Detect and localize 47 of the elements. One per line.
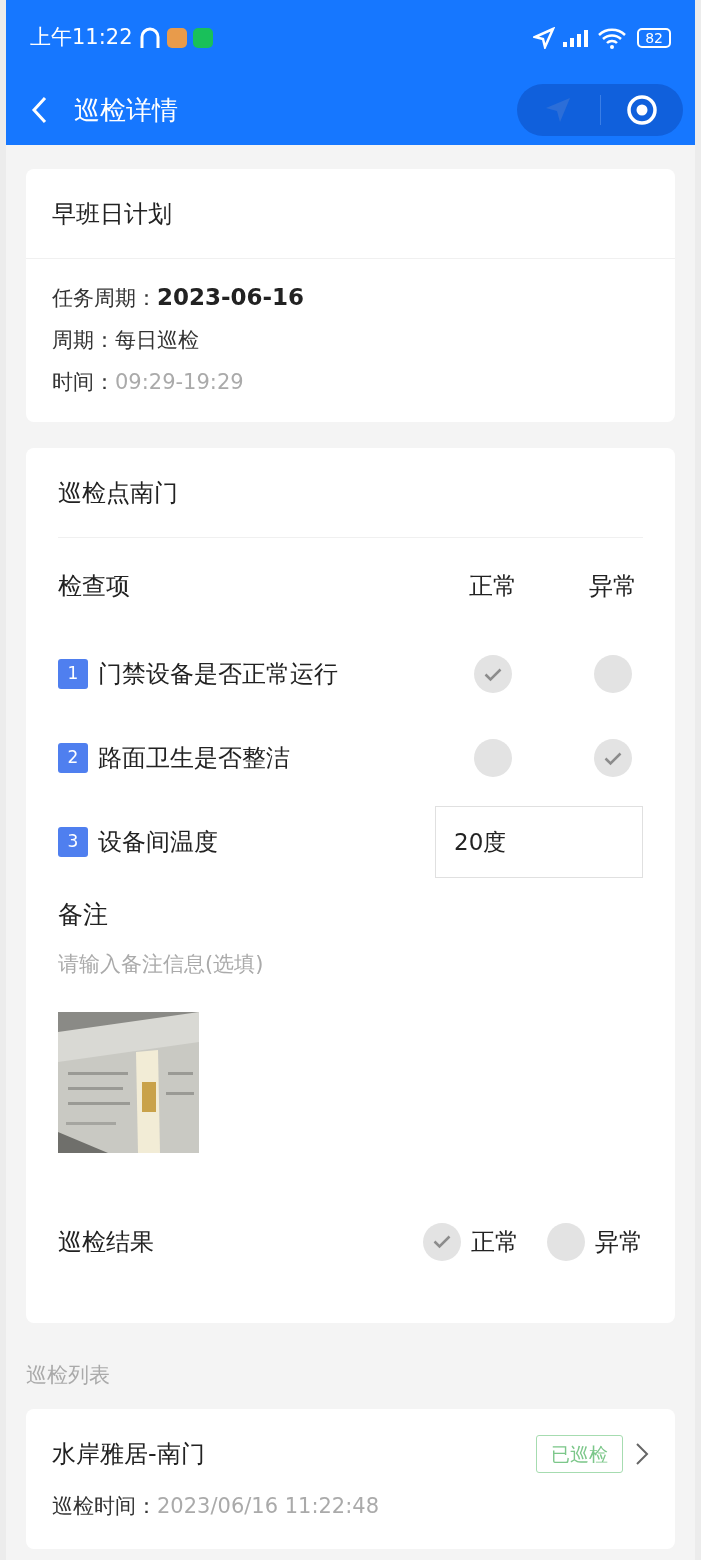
item-label: 门禁设备是否正常运行	[98, 659, 339, 690]
back-icon[interactable]	[30, 95, 48, 125]
wifi-icon	[597, 26, 628, 49]
status-tag: 已巡检	[536, 1434, 623, 1473]
section-title: 巡检列表	[26, 1361, 110, 1389]
item-number: 2	[58, 743, 88, 773]
page-title: 巡检详情	[74, 93, 178, 127]
column-header: 检查项	[58, 571, 131, 602]
headset-icon	[138, 25, 161, 50]
item-label: 路面卫生是否整洁	[98, 743, 291, 774]
result-label: 巡检结果	[58, 1226, 155, 1258]
normal-radio[interactable]	[474, 739, 512, 777]
field-label: 任务周期：	[52, 285, 157, 312]
inspection-card[interactable]: 水岸雅居-南门 已巡检 巡检时间：2023/06/16 11:22:48	[26, 1408, 675, 1549]
remark-field[interactable]: 请输入备注信息(选填)	[58, 943, 643, 984]
abnormal-radio[interactable]	[594, 655, 632, 693]
check-icon	[483, 666, 503, 682]
field-label: 时间：	[52, 369, 115, 396]
time-label: 巡检时间：	[52, 1493, 157, 1520]
status-time: 上午11:22	[30, 23, 133, 51]
remark-label: 备注	[58, 900, 108, 929]
checkpoint-title: 巡检点南门	[58, 477, 178, 509]
field-value: 2023-06-16	[157, 283, 305, 312]
normal-radio[interactable]	[474, 655, 512, 693]
chevron-right-icon	[635, 1441, 649, 1466]
abnormal-radio[interactable]	[594, 739, 632, 777]
time-value: 2023/06/16 11:22:48	[157, 1493, 380, 1520]
battery-indicator: 82	[637, 27, 671, 48]
target-icon[interactable]	[625, 94, 658, 126]
radio-label: 异常	[595, 1226, 643, 1258]
field-value: 每日巡检	[115, 327, 199, 354]
check-icon	[603, 750, 623, 766]
column-header: 异常	[588, 571, 638, 602]
result-radio[interactable]	[423, 1222, 461, 1261]
result-radio[interactable]	[547, 1222, 585, 1261]
item-label: 设备间温度	[98, 827, 219, 858]
item-number: 3	[58, 827, 88, 857]
field-label: 周期：	[52, 327, 115, 354]
item-number: 1	[58, 659, 88, 689]
field-value: 09:29-19:29	[115, 369, 244, 396]
radio-label: 正常	[471, 1226, 519, 1258]
column-header: 正常	[468, 571, 518, 602]
input-field[interactable]: 20度	[435, 806, 643, 878]
check-icon	[432, 1234, 452, 1249]
location-name: 水岸雅居-南门	[52, 1438, 206, 1470]
location-icon	[533, 26, 556, 49]
plan-title: 早班日计划	[52, 198, 172, 230]
